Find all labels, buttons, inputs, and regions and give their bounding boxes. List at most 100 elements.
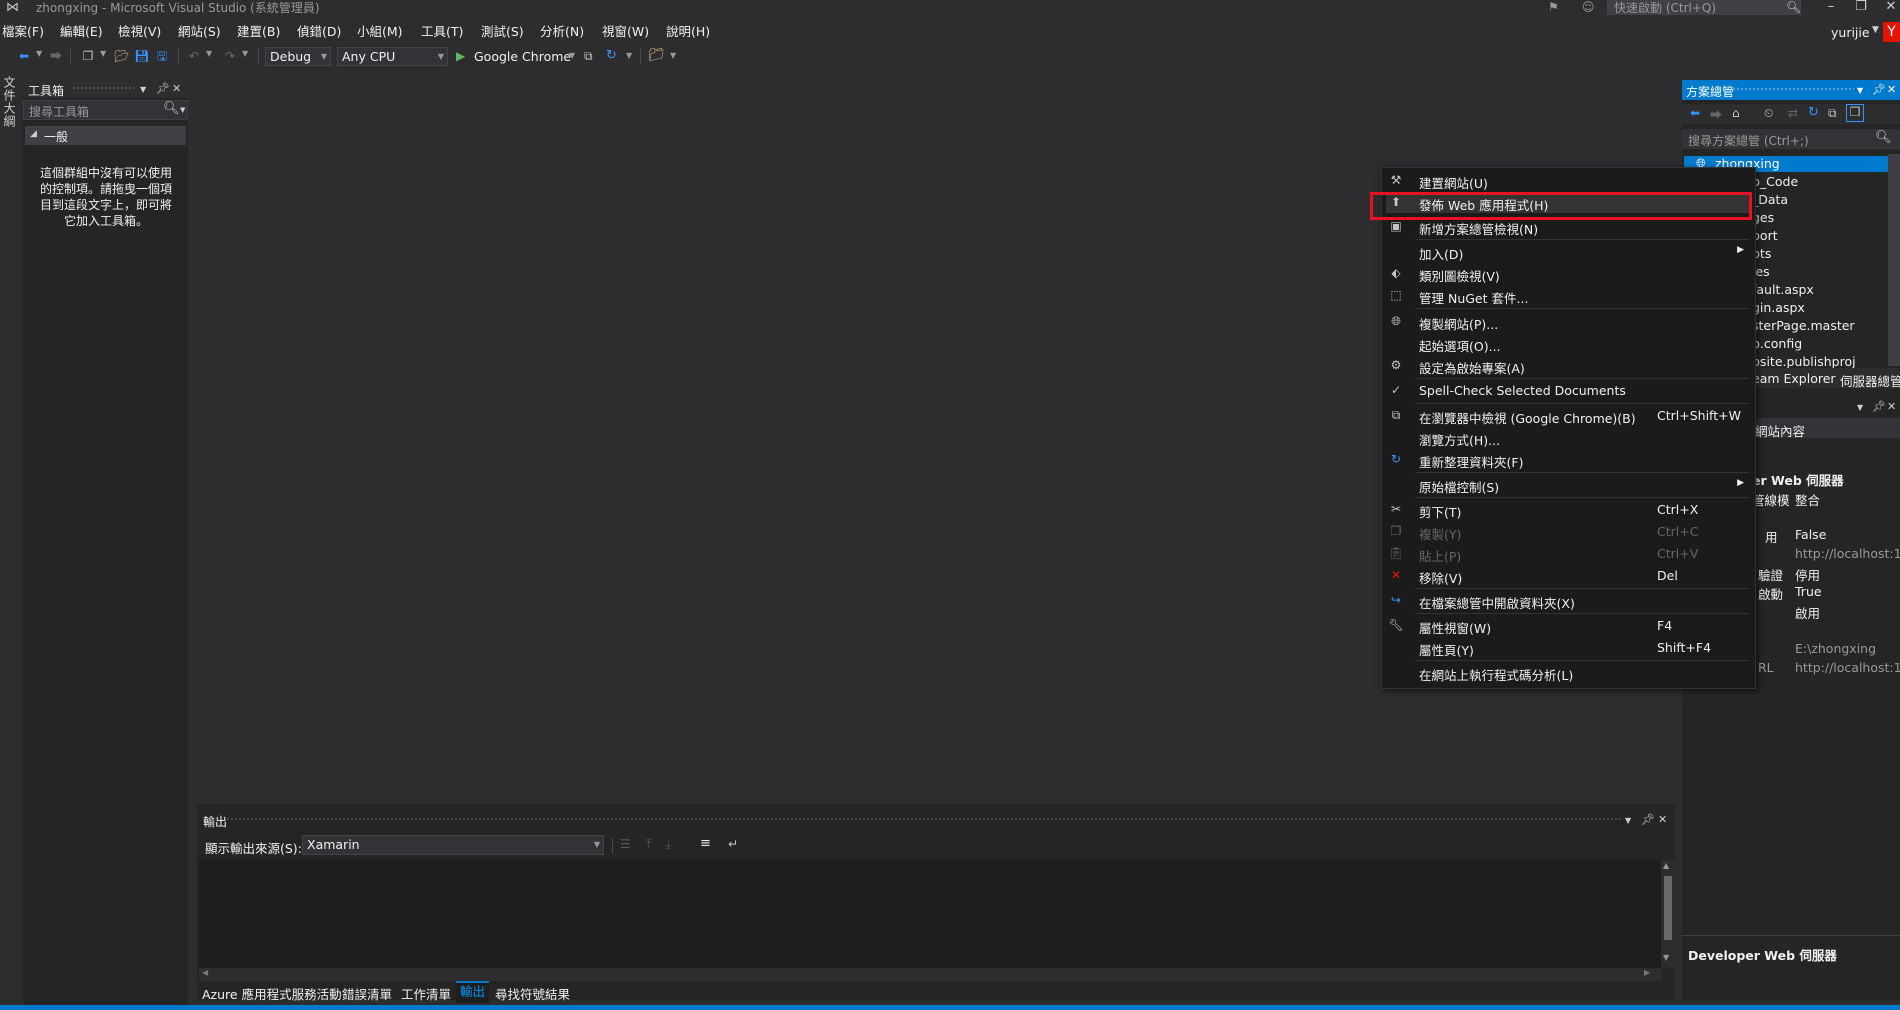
start-debugging-button[interactable]: Google Chrome xyxy=(474,49,571,64)
menu-view[interactable]: 檢視(V) xyxy=(118,24,161,40)
home-icon[interactable]: ⌂ xyxy=(1732,106,1740,120)
property-value[interactable]: http://localhost:12 xyxy=(1795,546,1900,561)
menu-item-cut[interactable]: ✂ 剪下(T) Ctrl+X xyxy=(1386,499,1750,520)
panel-grip[interactable] xyxy=(226,817,1621,821)
collapse-all-icon[interactable]: ⧉ xyxy=(1828,106,1837,121)
property-value[interactable]: 啟用 xyxy=(1795,603,1820,622)
menu-item-copy[interactable]: ❐ 複製(Y) Ctrl+C xyxy=(1386,521,1750,542)
minimize-button[interactable]: – xyxy=(1818,0,1844,16)
feedback-icon[interactable]: ☺ xyxy=(1582,0,1595,14)
word-wrap-icon[interactable]: ↵ xyxy=(728,837,738,851)
scroll-right-icon[interactable]: ▶ xyxy=(1644,968,1650,977)
menu-analyze[interactable]: 分析(N) xyxy=(540,24,584,40)
play-icon[interactable]: ▶ xyxy=(456,49,465,63)
pin-icon[interactable]: 📌︎ xyxy=(1872,84,1886,96)
horizontal-scrollbar[interactable] xyxy=(199,968,1661,981)
browser-link-icon[interactable]: ⧉ xyxy=(584,49,593,64)
property-value[interactable]: 整合 xyxy=(1795,490,1820,509)
panel-grip[interactable] xyxy=(1732,87,1854,91)
find-message-icon[interactable]: ☰ xyxy=(620,837,631,851)
forward-icon[interactable]: ⮕ xyxy=(1710,106,1722,123)
property-value[interactable]: http://localhost:12 xyxy=(1795,660,1900,675)
pin-icon[interactable]: 📌︎ xyxy=(1641,814,1655,826)
navigate-back-icon[interactable]: ⬅ xyxy=(16,48,32,64)
close-icon[interactable]: ✕ xyxy=(1887,84,1896,96)
chevron-down-icon[interactable]: ▼ xyxy=(626,51,632,60)
chevron-down-icon[interactable]: ▼ xyxy=(1872,25,1879,35)
undo-icon[interactable]: ↶ xyxy=(186,48,202,64)
tab-find-symbol-results[interactable]: 尋找符號結果 xyxy=(495,984,570,1003)
menu-item-spell-check[interactable]: ✓ Spell-Check Selected Documents xyxy=(1386,380,1750,401)
menu-item-property-pages[interactable]: 屬性頁(Y) Shift+F4 xyxy=(1386,637,1750,658)
tree-item[interactable]: p_Code xyxy=(1752,174,1798,189)
refresh-icon[interactable]: ↻ xyxy=(606,48,617,63)
menu-item-set-startup-project[interactable]: ⚙ 設定為啟始專案(A) xyxy=(1386,355,1750,376)
panel-options-icon[interactable]: ▼ xyxy=(1625,815,1631,827)
tree-item[interactable]: sterPage.master xyxy=(1752,318,1855,333)
property-value[interactable]: E:\zhongxing xyxy=(1795,641,1876,656)
tab-task-list[interactable]: 工作清單 xyxy=(401,984,451,1003)
menu-item-remove[interactable]: ✕ 移除(V) Del xyxy=(1386,565,1750,586)
clear-all-icon[interactable]: ≡ xyxy=(700,836,711,851)
menu-item-paste[interactable]: 📋︎ 貼上(P) Ctrl+V xyxy=(1386,543,1750,564)
save-icon[interactable]: 💾︎ xyxy=(134,48,150,64)
chevron-down-icon[interactable]: ▼ xyxy=(36,49,42,58)
restore-button[interactable]: ❐ xyxy=(1848,0,1874,16)
menu-item-browse-with[interactable]: 瀏覽方式(H)... xyxy=(1386,427,1750,448)
scroll-left-icon[interactable]: ◀ xyxy=(202,968,208,977)
menu-item-source-control[interactable]: 原始檔控制(S) ▶ xyxy=(1386,474,1750,495)
menu-tools[interactable]: 工具(T) xyxy=(421,24,463,40)
search-icon[interactable]: 🔍︎ xyxy=(1786,0,1801,14)
close-window-button[interactable]: ✕ xyxy=(1878,0,1900,16)
menu-item-start-options[interactable]: 起始選項(O)... xyxy=(1386,333,1750,354)
property-value[interactable]: True xyxy=(1795,584,1822,599)
output-source-dropdown[interactable]: Xamarin ▼ xyxy=(302,835,604,855)
previous-message-icon[interactable]: ⤒ xyxy=(646,837,651,852)
close-icon[interactable]: ✕ xyxy=(1658,814,1667,826)
collapse-icon[interactable]: ◢ xyxy=(30,129,37,139)
tab-azure-app-service[interactable]: Azure 應用程式服務活動 xyxy=(202,984,342,1003)
tree-item[interactable]: gin.aspx xyxy=(1752,300,1805,315)
close-icon[interactable]: ✕ xyxy=(172,83,181,95)
search-icon[interactable]: 🔍︎ xyxy=(163,101,180,116)
scroll-up-icon[interactable]: ▲ xyxy=(1663,861,1669,870)
refresh-icon[interactable]: ↻ xyxy=(1808,105,1819,120)
menu-team[interactable]: 小組(M) xyxy=(357,24,403,40)
panel-grip[interactable] xyxy=(72,86,134,90)
menu-item-class-diagram[interactable]: ⬖ 類別圖檢視(V) xyxy=(1386,263,1750,284)
panel-options-icon[interactable]: ▼ xyxy=(1857,85,1863,97)
output-text-area[interactable] xyxy=(199,860,1661,968)
menu-item-add[interactable]: 加入(D) ▶ xyxy=(1386,241,1750,262)
tab-team-explorer[interactable]: eam Explorer xyxy=(1752,371,1836,386)
pending-changes-icon[interactable]: ⏲︎ xyxy=(1764,106,1773,121)
avatar[interactable]: Y xyxy=(1883,22,1900,42)
pin-icon[interactable]: 📌︎ xyxy=(156,83,170,95)
menu-item-refresh-folder[interactable]: ↻ 重新整理資料夾(F) xyxy=(1386,449,1750,470)
menu-debug[interactable]: 偵錯(D) xyxy=(297,24,341,40)
chevron-down-icon[interactable]: ▼ xyxy=(242,49,248,58)
back-icon[interactable]: ⬅ xyxy=(1690,106,1700,120)
chevron-down-icon[interactable]: ▼ xyxy=(569,51,575,60)
tab-output[interactable]: 輸出 xyxy=(456,981,490,1003)
notification-flag-icon[interactable]: ⚑ xyxy=(1548,0,1559,14)
sync-icon[interactable]: ⇄ xyxy=(1788,106,1798,120)
tree-item[interactable]: b.config xyxy=(1752,336,1802,351)
pin-icon[interactable]: 📌︎ xyxy=(1872,401,1886,413)
scroll-down-icon[interactable]: ▼ xyxy=(1663,953,1669,962)
vertical-scrollbar[interactable] xyxy=(1888,154,1900,366)
menu-file[interactable]: 檔案(F) xyxy=(2,24,44,40)
quick-launch-input[interactable]: 快速啟動 (Ctrl+Q) xyxy=(1607,0,1801,15)
save-all-icon[interactable]: 🖫︎ xyxy=(154,48,170,64)
solution-platform-dropdown[interactable]: Any CPU ▼ xyxy=(337,47,448,66)
tab-error-list[interactable]: 錯誤清單 xyxy=(342,984,392,1003)
chevron-down-icon[interactable]: ▼ xyxy=(670,51,676,60)
chevron-down-icon[interactable]: ▼ xyxy=(180,106,185,114)
menu-item-run-code-analysis[interactable]: 在網站上執行程式碼分析(L) xyxy=(1386,662,1750,683)
menu-website[interactable]: 網站(S) xyxy=(178,24,221,40)
chevron-down-icon[interactable]: ▼ xyxy=(100,49,106,58)
menu-item-manage-nuget[interactable]: ⬚ 管理 NuGet 套件... xyxy=(1386,285,1750,306)
navigate-forward-icon[interactable]: ⮕ xyxy=(48,48,64,64)
user-name[interactable]: yurijie xyxy=(1831,25,1870,40)
menu-item-properties-window[interactable]: 🔧︎ 屬性視窗(W) F4 xyxy=(1386,615,1750,636)
redo-icon[interactable]: ↷ xyxy=(222,48,238,64)
